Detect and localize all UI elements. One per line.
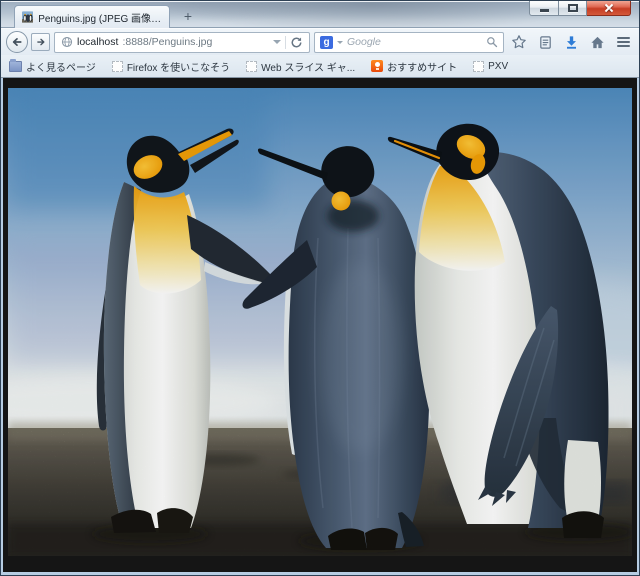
bookmarks-toolbar: よく見るページ Firefox を使いこなそう Web スライス ギャ... お… — [1, 55, 639, 78]
navigation-toolbar: localhost:8888/Penguins.jpg g — [1, 28, 639, 55]
google-engine-icon[interactable]: g — [320, 35, 333, 49]
bookmark-suggested-sites[interactable]: おすすめサイト — [371, 59, 457, 74]
search-bar[interactable]: g — [314, 31, 504, 53]
forward-button[interactable] — [31, 33, 50, 51]
maximize-button[interactable] — [559, 1, 587, 16]
bookmarks-menu-button[interactable] — [534, 31, 556, 53]
tab-penguins[interactable]: Penguins.jpg (JPEG 画像, 1... — [14, 5, 170, 28]
bookmark-star-button[interactable] — [508, 31, 530, 53]
window-controls — [529, 1, 631, 16]
back-arrow-icon — [12, 38, 22, 46]
url-bar[interactable]: localhost:8888/Penguins.jpg — [54, 31, 310, 53]
reload-icon[interactable] — [290, 36, 303, 49]
globe-icon — [61, 36, 73, 48]
default-page-icon — [473, 60, 485, 72]
default-page-icon — [246, 60, 258, 72]
bookmark-firefox-help[interactable]: Firefox を使いこなそう — [111, 59, 231, 74]
hamburger-icon — [616, 37, 630, 47]
bookmarks-menu-icon — [539, 35, 551, 49]
search-engine-dropdown-icon[interactable] — [337, 40, 343, 44]
bookmark-web-slice-gallery[interactable]: Web スライス ギャ... — [246, 59, 355, 74]
default-page-icon — [111, 60, 123, 72]
bookmark-label: Firefox を使いこなそう — [126, 62, 231, 74]
most-visited-folder-icon — [9, 58, 22, 72]
search-icon[interactable] — [486, 36, 498, 48]
browser-window: Penguins.jpg (JPEG 画像, 1... + localhost … — [0, 0, 640, 576]
bookmark-label: よく見るページ — [26, 62, 96, 74]
search-input[interactable] — [347, 36, 482, 48]
back-button[interactable] — [6, 31, 28, 53]
home-button[interactable] — [586, 31, 608, 53]
close-button[interactable] — [587, 1, 631, 16]
tab-favicon-penguins — [22, 11, 34, 23]
download-arrow-icon — [566, 35, 576, 49]
bookmark-pxv[interactable]: PXV — [473, 60, 509, 72]
bookmark-most-visited[interactable]: よく見るページ — [9, 58, 96, 74]
minimize-button[interactable] — [529, 1, 559, 16]
maximize-icon — [567, 4, 578, 12]
forward-arrow-icon — [36, 38, 44, 46]
menu-button[interactable] — [612, 31, 634, 53]
new-tab-button[interactable]: + — [175, 7, 201, 25]
tab-title: Penguins.jpg (JPEG 画像, 1... — [38, 13, 162, 25]
url-dropdown-icon[interactable] — [273, 40, 281, 44]
home-icon — [590, 36, 604, 48]
downloads-button[interactable] — [560, 31, 582, 53]
suggested-sites-icon — [371, 60, 384, 72]
penguins-photo[interactable] — [8, 88, 632, 556]
url-host: localhost — [77, 36, 119, 48]
url-path: :8888/Penguins.jpg — [122, 36, 213, 48]
page-content — [3, 78, 637, 572]
bookmark-label: PXV — [488, 60, 509, 72]
bookmark-label: Web スライス ギャ... — [261, 62, 356, 74]
tab-bar: Penguins.jpg (JPEG 画像, 1... + — [1, 1, 639, 28]
star-icon — [512, 35, 526, 49]
bookmark-label: おすすめサイト — [387, 62, 458, 74]
close-icon — [603, 3, 615, 13]
url-separator — [285, 35, 286, 49]
minimize-icon — [539, 8, 549, 12]
